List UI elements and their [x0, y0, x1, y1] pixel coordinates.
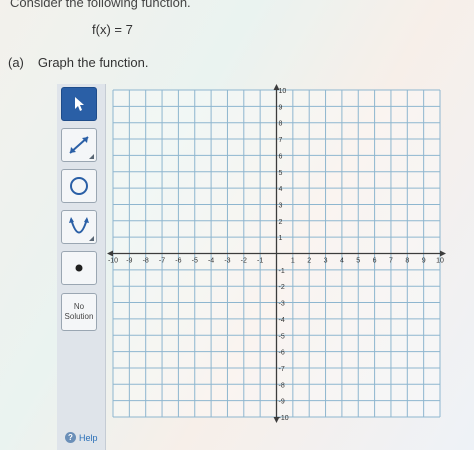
x-tick-label: 2: [307, 258, 311, 265]
y-tick-label: 2: [279, 219, 283, 226]
x-tick-label: 3: [324, 258, 328, 265]
parabola-tool-button[interactable]: [61, 210, 97, 244]
y-tick-label: 7: [279, 137, 283, 144]
help-icon: ?: [65, 432, 76, 443]
x-tick-label: 9: [422, 258, 426, 265]
x-tick-label: -8: [143, 258, 149, 265]
x-tick-label: -3: [224, 258, 230, 265]
more-options-corner-icon: [89, 154, 94, 159]
x-tick-label: 8: [405, 258, 409, 265]
problem-prompt: Consider the following function.: [10, 0, 191, 10]
x-axis-arrow-right: [440, 250, 446, 257]
x-tick-label: -4: [208, 258, 214, 265]
y-tick-label: -5: [279, 333, 285, 340]
graph-toolbar: No Solution ? Help: [57, 84, 106, 450]
y-tick-label: -3: [279, 301, 285, 308]
no-solution-button[interactable]: No Solution: [61, 293, 97, 331]
y-tick-label: -10: [279, 415, 289, 422]
y-tick-label: -2: [279, 284, 285, 291]
y-tick-label: 5: [279, 170, 283, 177]
point-tool-icon: [73, 262, 85, 274]
y-tick-label: 9: [279, 104, 283, 111]
x-tick-label: 1: [291, 258, 295, 265]
function-definition: f(x) = 7: [92, 22, 133, 37]
y-tick-label: -1: [279, 268, 285, 275]
part-instruction: Graph the function.: [37, 55, 149, 70]
no-solution-label-line2: Solution: [64, 312, 94, 321]
x-tick-label: 10: [436, 258, 444, 265]
point-tool-button[interactable]: [61, 251, 97, 285]
x-tick-label: -2: [241, 258, 247, 265]
y-tick-label: -6: [279, 350, 285, 357]
more-options-corner-icon: [89, 236, 94, 241]
y-tick-label: 4: [279, 186, 283, 193]
x-tick-label: 7: [389, 258, 393, 265]
y-tick-label: -7: [279, 366, 285, 373]
no-solution-label-line1: No: [73, 302, 85, 311]
x-tick-label: 5: [356, 258, 360, 265]
y-tick-label: -9: [279, 399, 285, 406]
pointer-tool-button[interactable]: [61, 87, 97, 121]
x-tick-label: -5: [192, 258, 198, 265]
help-label: Help: [79, 432, 98, 443]
x-tick-label: -9: [126, 258, 132, 265]
coordinate-plane[interactable]: -10 -9 -8 -7 -6 -5 -4 -3 -2 -1 1 2 3 4 5 6 7 8 9 10 10 9 8 7 6 5 4…: [105, 84, 474, 450]
x-tick-label: -7: [159, 258, 165, 265]
x-tick-label: -1: [257, 258, 263, 265]
arrow-pointer-icon: [72, 96, 86, 112]
part-label: (a): [8, 55, 24, 70]
x-tick-label: -10: [108, 258, 118, 265]
graph-area[interactable]: -10 -9 -8 -7 -6 -5 -4 -3 -2 -1 1 2 3 4 5 6 7 8 9 10 10 9 8 7 6 5 4…: [105, 84, 474, 450]
line-tool-button[interactable]: [61, 128, 97, 162]
y-tick-label: 1: [279, 235, 283, 242]
y-tick-label: -8: [279, 382, 285, 389]
x-axis-arrow-left: [107, 250, 113, 257]
x-tick-label: -6: [175, 258, 181, 265]
y-tick-label: -4: [279, 317, 285, 324]
y-tick-label: 8: [279, 121, 283, 128]
y-tick-label: 3: [279, 202, 283, 209]
x-tick-label: 6: [373, 258, 377, 265]
y-tick-label: 10: [279, 88, 287, 95]
circle-tool-icon: [67, 174, 91, 198]
help-link[interactable]: ? Help: [65, 432, 98, 443]
x-tick-label: 4: [340, 258, 344, 265]
circle-tool-button[interactable]: [61, 169, 97, 203]
part-a-heading: (a) Graph the function.: [8, 55, 148, 70]
y-tick-label: 6: [279, 153, 283, 160]
